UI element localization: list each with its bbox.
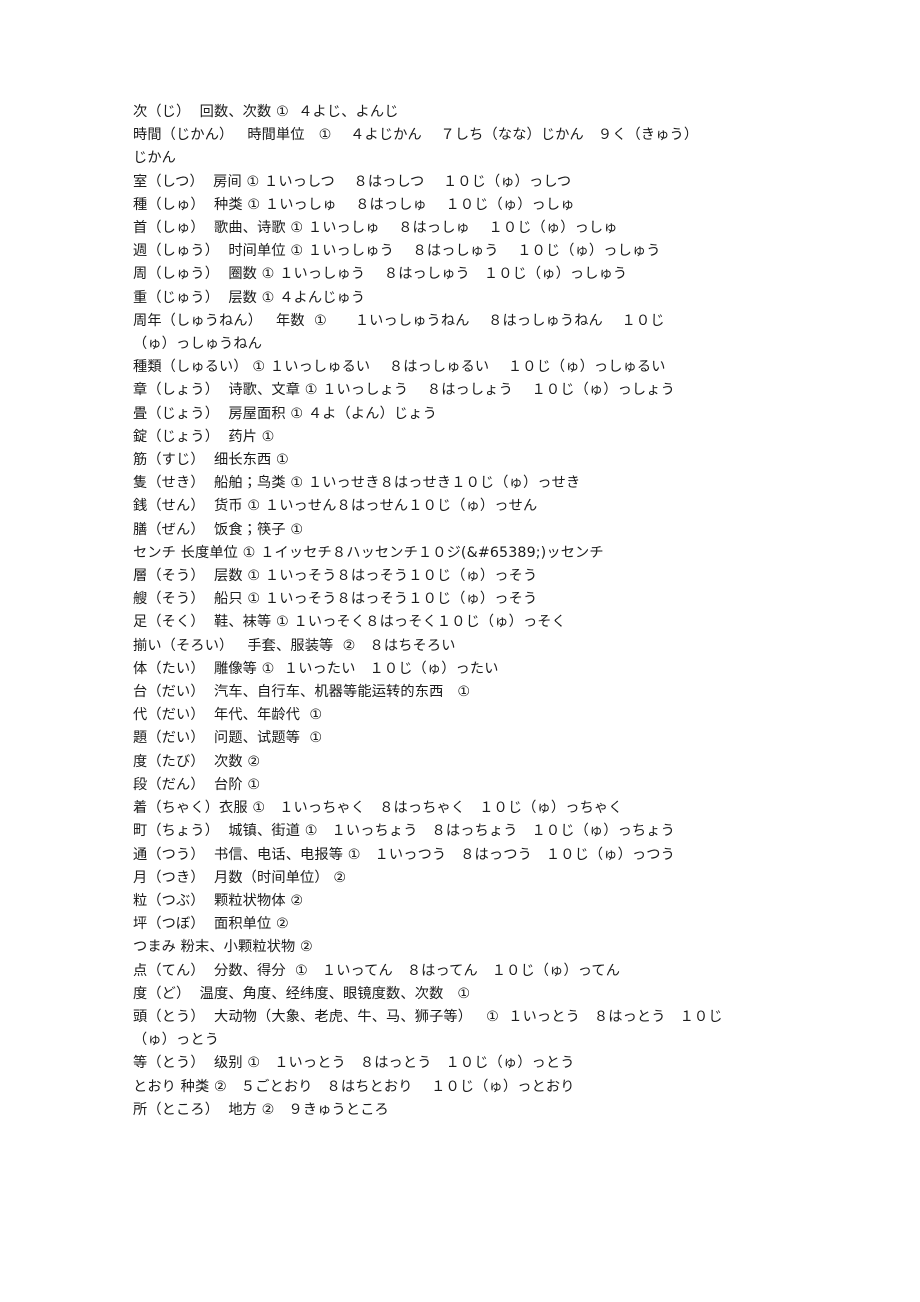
- text-line: つまみ 粉末、小颗粒状物 ②: [133, 939, 313, 956]
- text-line: 艘（そう） 船只 ① １いっそう８はっそう１０じ（ゅ）っそう: [133, 591, 538, 608]
- text-line: 膳（ぜん） 饭食；筷子 ①: [133, 521, 304, 538]
- text-line: 足（そく） 鞋、袜等 ① １いっそく８はっそく１０じ（ゅ）っそく: [133, 614, 566, 631]
- text-line: 体（たい） 雕像等 ① １いったい １０じ（ゅ）ったい: [133, 660, 499, 677]
- text-line: 題（だい） 问题、试题等 ①: [133, 730, 323, 747]
- text-line: センチ 长度单位 ① １イッセチ８ハッセンチ１０ジ(&#65389;)ッセンチ: [133, 544, 604, 561]
- text-line: 週（しゅう） 时间单位 ① １いっしゅう ８はっしゅう １０じ（ゅ）っしゅう: [133, 243, 661, 260]
- text-line: 層（そう） 层数 ① １いっそう８はっそう１０じ（ゅ）っそう: [133, 568, 538, 585]
- text-line: 度（たび） 次数 ②: [133, 753, 261, 770]
- text-line: 隻（せき） 船舶；鸟类 ① １いっせき８はっせき１０じ（ゅ）っせき: [133, 475, 581, 492]
- text-line: 重（じゅう） 层数 ① ４よんじゅう: [133, 289, 366, 306]
- text-line: 通（つう） 书信、电话、电报等 ① １いっつう ８はっつう １０じ（ゅ）っつう: [133, 846, 675, 863]
- text-line: 首（しゅ） 歌曲、诗歌 ① １いっしゅ ８はっしゅ １０じ（ゅ）っしゅ: [133, 220, 618, 237]
- text-line: 度（ど） 温度、角度、经纬度、眼镜度数、次数 ①: [133, 985, 471, 1002]
- text-line-continuation: （ゅ）っとう: [133, 1032, 220, 1049]
- text-line: 揃い（そろい） 手套、服装等 ② ８はちそろい: [133, 637, 456, 654]
- text-line: 種（しゅ） 种类 ① １いっしゅ ８はっしゅ １０じ（ゅ）っしゅ: [133, 196, 575, 213]
- text-line: 等（とう） 级别 ① １いっとう ８はっとう １０じ（ゅ）っとう: [133, 1055, 575, 1072]
- text-line: 周（しゅう） 圈数 ① １いっしゅう ８はっしゅう １０じ（ゅ）っしゅう: [133, 266, 628, 283]
- text-line: 次（じ） 回数、次数 ① ４よじ、よんじ: [133, 104, 399, 120]
- text-line-continuation: （ゅ）っしゅうねん: [133, 336, 263, 353]
- text-line: 月（つき） 月数（时间单位） ②: [133, 869, 347, 886]
- text-line: とおり 种类 ② ５ごとおり ８はちとおり １０じ（ゅ）っとおり: [133, 1078, 575, 1095]
- document-page: 次（じ） 回数、次数 ① ４よじ、よんじ 時間（じかん） 時間単位 ① ４よじか…: [0, 0, 920, 1302]
- text-line: 畳（じょう） 房屋面积 ① ４よ（よん）じょう: [133, 405, 437, 422]
- document-text-body: 次（じ） 回数、次数 ① ４よじ、よんじ 時間（じかん） 時間単位 ① ４よじか…: [133, 101, 793, 1122]
- text-line: 銭（せん） 货币 ① １いっせん８はっせん１０じ（ゅ）っせん: [133, 498, 538, 515]
- text-line: 章（しょう） 诗歌、文章 ① １いっしょう ８はっしょう １０じ（ゅ）っしょう: [133, 382, 675, 399]
- text-line: 点（てん） 分数、得分 ① １いってん ８はってん １０じ（ゅ）ってん: [133, 962, 621, 979]
- text-line: 筋（すじ） 细长东西 ①: [133, 452, 289, 469]
- text-line-continuation: じかん: [133, 150, 177, 167]
- text-line: 種類（しゅるい） ① １いっしゅるい ８はっしゅるい １０じ（ゅ）っしゅるい: [133, 359, 666, 376]
- text-line: 坪（つぼ） 面积单位 ②: [133, 916, 289, 933]
- text-line: 町（ちょう） 城镇、街道 ① １いっちょう ８はっちょう １０じ（ゅ）っちょう: [133, 823, 675, 840]
- text-line: 粒（つぶ） 颗粒状物体 ②: [133, 892, 304, 909]
- text-line: 時間（じかん） 時間単位 ① ４よじかん ７しち（なな）じかん ９く（きゅう）: [133, 127, 699, 144]
- text-line: 頭（とう） 大动物（大象、老虎、牛、马、狮子等） ① １いっとう ８はっとう １…: [133, 1008, 723, 1025]
- text-line: 所（ところ） 地方 ② ９きゅうところ: [133, 1101, 389, 1118]
- text-line: 錠（じょう） 药片 ①: [133, 428, 275, 445]
- text-line: 代（だい） 年代、年龄代 ①: [133, 707, 323, 724]
- text-line: 室（しつ） 房间 ① １いっしつ ８はっしつ １０じ（ゅ）っしつ: [133, 173, 572, 190]
- text-line: 段（だん） 台阶 ①: [133, 776, 261, 793]
- text-line: 着（ちゃく）衣服 ① １いっちゃく ８はっちゃく １０じ（ゅ）っちゃく: [133, 800, 623, 817]
- text-line: 周年（しゅうねん） 年数 ① １いっしゅうねん ８はっしゅうねん １０じ: [133, 312, 665, 329]
- text-line: 台（だい） 汽车、自行车、机器等能运转的东西 ①: [133, 684, 471, 701]
